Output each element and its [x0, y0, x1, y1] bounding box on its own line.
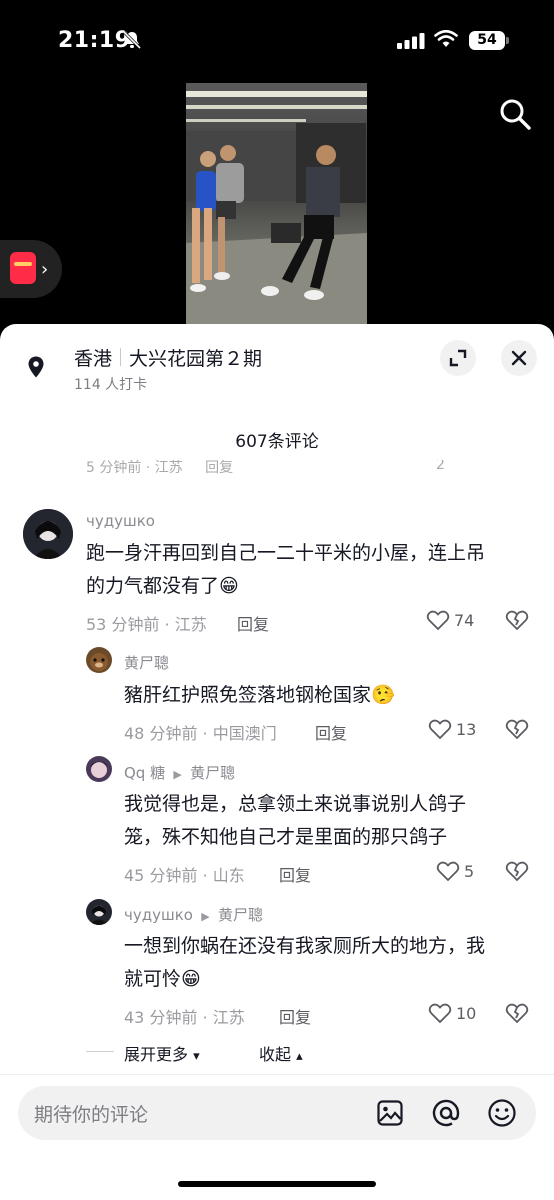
reply-meta: 45 分钟前 · 山东 — [124, 866, 245, 885]
red-packet-icon — [10, 252, 36, 284]
chevron-right-icon: › — [41, 259, 49, 280]
reply-button[interactable]: 回复 — [237, 611, 269, 635]
wifi-icon — [434, 30, 458, 47]
status-time: 21:19 — [58, 28, 131, 53]
reply-arrow-icon: ▶ — [169, 768, 186, 781]
like-count: 13 — [456, 720, 477, 739]
battery-tip — [506, 37, 509, 44]
avatar-art — [86, 756, 112, 782]
reply-text-line1: 我觉得也是，总拿领土来说事说别人鸽子 — [124, 793, 467, 815]
avatar-art — [86, 899, 112, 925]
comment-text-line1: 跑一身汗再回到自己一二十平米的小屋，连上吊 — [86, 542, 486, 564]
comment-text-line2: 的力气都没有了😁 — [86, 575, 239, 597]
reply-username-text[interactable]: Qq 糖 — [124, 764, 165, 782]
search-icon[interactable] — [498, 97, 532, 131]
broken-heart-icon[interactable] — [505, 609, 529, 631]
scroll-mask — [0, 450, 554, 460]
expand-icon — [449, 349, 467, 367]
red-packet-flap — [14, 262, 32, 266]
like-count: 5 — [464, 862, 475, 881]
reply-button[interactable]: 回复 — [279, 862, 311, 886]
comment-username[interactable]: чудушко — [86, 512, 155, 530]
reply-to-username[interactable]: 黄尸聰 — [218, 906, 263, 924]
avatar[interactable] — [86, 899, 112, 925]
video-thumbnail[interactable] — [186, 83, 367, 325]
avatar[interactable] — [86, 647, 112, 673]
location-separator — [120, 348, 121, 366]
previous-meta: 5 分钟前 · 江苏 — [86, 460, 183, 475]
broken-heart-icon[interactable] — [505, 860, 529, 882]
collapse-label: 收起 — [259, 1045, 292, 1064]
reply-button[interactable]: 回复 — [315, 720, 347, 744]
comment-input-placeholder: 期待你的评论 — [34, 1104, 149, 1126]
like-count: 74 — [454, 611, 475, 630]
heart-icon[interactable] — [428, 1002, 452, 1024]
reply-text-line1: 一想到你蜗在还没有我家厕所大的地方，我 — [124, 935, 486, 957]
reply-button[interactable]: 回复 — [279, 1004, 311, 1028]
reply-username[interactable]: 黄尸聰 — [124, 652, 169, 673]
reply-username[interactable]: чудушко ▶ 黄尸聰 — [124, 904, 263, 925]
battery-indicator: 54 — [469, 31, 505, 50]
close-icon — [511, 350, 527, 366]
broken-heart-icon[interactable] — [505, 718, 529, 740]
checkin-count: 114 人打卡 — [74, 377, 148, 393]
previous-reply[interactable]: 回复 — [205, 460, 233, 475]
avatar-art — [86, 647, 112, 673]
location-pin-icon — [28, 356, 44, 378]
cellular-signal-icon — [397, 33, 425, 49]
reply-text-line1: 豬肝红护照免签落地钢枪国家🤥 — [124, 684, 395, 706]
avatar-art — [23, 509, 73, 559]
emoji-icon[interactable] — [487, 1098, 517, 1128]
expand-more-label: 展开更多 — [124, 1045, 189, 1064]
reply-meta: 43 分钟前 · 江苏 — [124, 1008, 245, 1027]
at-icon[interactable] — [431, 1098, 461, 1128]
thread-line — [86, 1051, 114, 1052]
collapse-button[interactable]: 收起 ▴ — [259, 1041, 303, 1065]
heart-icon[interactable] — [436, 860, 460, 882]
heart-icon[interactable] — [426, 609, 450, 631]
video-frame-art — [186, 91, 367, 325]
expand-more-button[interactable]: 展开更多 ▾ — [124, 1041, 200, 1065]
chevron-up-icon: ▴ — [296, 1049, 303, 1064]
reply-arrow-icon: ▶ — [197, 910, 214, 923]
comments-count: 607条评论 — [235, 432, 319, 452]
home-indicator[interactable] — [178, 1181, 376, 1187]
reply-username-text[interactable]: чудушко — [124, 906, 193, 924]
expand-button[interactable] — [440, 340, 476, 376]
comment-meta: 53 分钟前 · 江苏 — [86, 615, 207, 634]
avatar[interactable] — [86, 756, 112, 782]
location-place[interactable]: 大兴花园第２期 — [129, 344, 262, 371]
location-city[interactable]: 香港 — [74, 344, 112, 371]
reply-username[interactable]: Qq 糖 ▶ 黄尸聰 — [124, 762, 235, 783]
like-count: 10 — [456, 1004, 477, 1023]
broken-heart-icon[interactable] — [505, 1002, 529, 1024]
reply-to-username[interactable]: 黄尸聰 — [190, 764, 235, 782]
heart-icon[interactable] — [428, 718, 452, 740]
image-icon[interactable] — [376, 1099, 404, 1127]
avatar[interactable] — [23, 509, 73, 559]
red-packet-button[interactable]: › — [0, 240, 62, 298]
input-divider — [0, 1074, 554, 1075]
close-button[interactable] — [501, 340, 537, 376]
reply-text-line2: 笼，殊不知他自己才是里面的那只鸽子 — [124, 826, 448, 848]
reply-text-line2: 就可怜😁 — [124, 968, 201, 990]
chevron-down-icon: ▾ — [193, 1049, 200, 1064]
reply-meta: 48 分钟前 · 中国澳门 — [124, 724, 277, 743]
mute-bell-icon — [122, 30, 142, 50]
